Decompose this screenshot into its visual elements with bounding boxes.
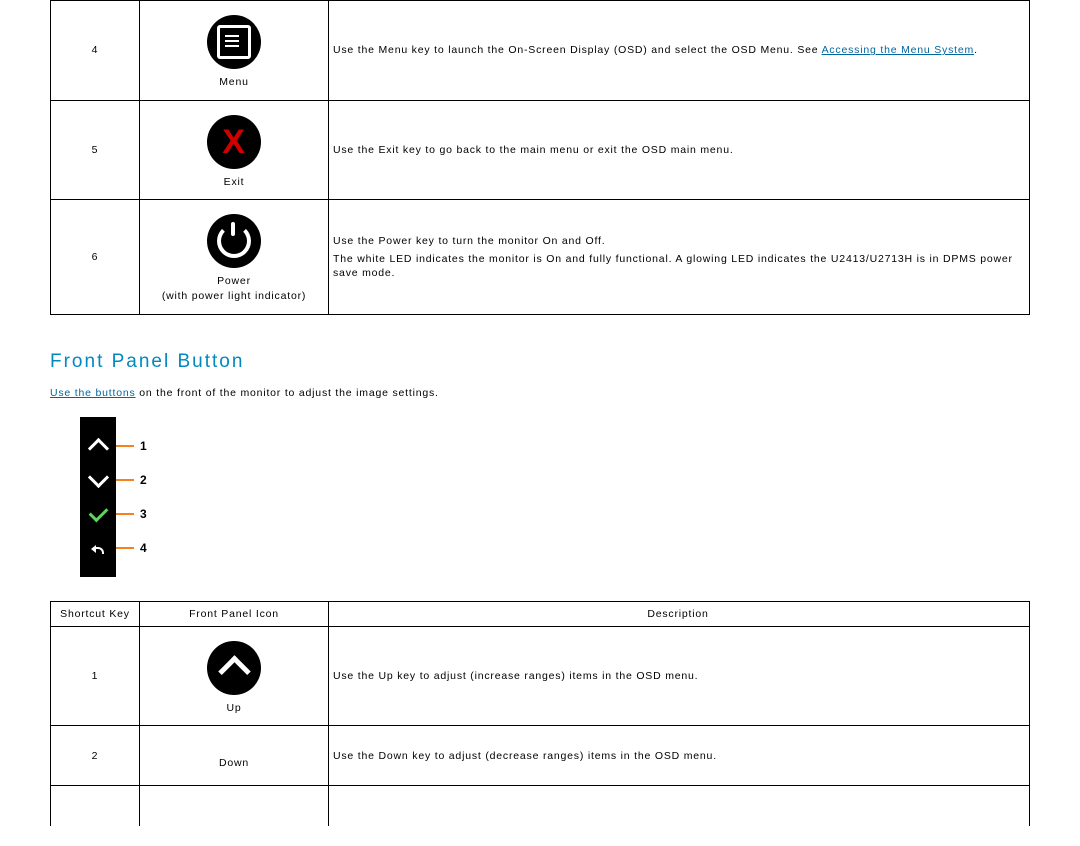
section-heading: Front Panel Button <box>50 351 1030 373</box>
icon-cell: Down <box>140 726 329 786</box>
up-icon <box>87 438 108 459</box>
callout-line <box>116 479 134 481</box>
power-icon <box>207 214 261 268</box>
icon-cell: Menu <box>140 1 329 101</box>
callout-number: 3 <box>140 507 147 521</box>
callout-line <box>116 513 134 515</box>
table-row: 1 Up Use the Up key to adjust (increase … <box>51 626 1030 726</box>
description-cell: Use the Menu key to launch the On-Screen… <box>329 1 1030 101</box>
callout-number: 4 <box>140 541 147 555</box>
up-icon <box>207 641 261 695</box>
icon-label: Exit <box>224 175 245 190</box>
callout-line <box>116 445 134 447</box>
col-header: Description <box>329 601 1030 626</box>
diagram-labels: 1 2 3 4 <box>116 417 147 577</box>
description-text: The white LED indicates the monitor is O… <box>333 252 1023 280</box>
col-header: Front Panel Icon <box>140 601 329 626</box>
icon-label: Menu <box>219 75 248 90</box>
table-row: 4 Menu Use the Menu key to launch the On… <box>51 1 1030 101</box>
ok-icon <box>88 502 108 522</box>
row-number: 4 <box>51 1 140 101</box>
icon-cell: Power (with power light indicator) <box>140 200 329 314</box>
description-text: Use the Up key to adjust (increase range… <box>333 670 698 682</box>
callout-line <box>116 547 134 549</box>
callout-number: 2 <box>140 473 147 487</box>
description-text: Use the Power key to turn the monitor On… <box>333 234 1023 248</box>
icon-cell: X Exit <box>140 100 329 200</box>
osd-keys-table: 4 Menu Use the Menu key to launch the On… <box>50 0 1030 315</box>
front-panel-diagram: 1 2 3 4 <box>80 417 147 577</box>
button-strip <box>80 417 116 577</box>
description-cell: Use the Exit key to go back to the main … <box>329 100 1030 200</box>
row-number: 6 <box>51 200 140 314</box>
description-text: Use the Down key to adjust (decrease ran… <box>333 750 717 762</box>
description-cell: Use the Down key to adjust (decrease ran… <box>329 726 1030 786</box>
back-icon <box>91 543 105 553</box>
description-text: Use the Menu key to launch the On-Screen… <box>333 44 822 56</box>
description-cell: Use the Up key to adjust (increase range… <box>329 626 1030 726</box>
menu-icon <box>207 15 261 69</box>
row-number: 1 <box>51 626 140 726</box>
icon-label: Down <box>219 756 249 771</box>
table-row: 5 X Exit Use the Exit key to go back to … <box>51 100 1030 200</box>
exit-icon: X <box>207 115 261 169</box>
icon-label: Power (with power light indicator) <box>162 274 306 303</box>
table-row: 2 Down Use the Down key to adjust (decre… <box>51 726 1030 786</box>
row-number: 2 <box>51 726 140 786</box>
description-cell: Use the Power key to turn the monitor On… <box>329 200 1030 314</box>
description-text: Use the Exit key to go back to the main … <box>333 144 734 156</box>
icon-label: Up <box>226 701 241 716</box>
row-number: 5 <box>51 100 140 200</box>
icon-cell: Up <box>140 626 329 726</box>
accessing-menu-link[interactable]: Accessing the Menu System <box>822 44 974 56</box>
col-header: Shortcut Key <box>51 601 140 626</box>
down-icon <box>87 467 108 488</box>
callout-number: 1 <box>140 439 147 453</box>
front-panel-table: Shortcut Key Front Panel Icon Descriptio… <box>50 601 1030 826</box>
table-row <box>51 786 1030 827</box>
intro-paragraph: Use the buttons on the front of the moni… <box>50 387 1030 399</box>
use-the-buttons-link[interactable]: Use the buttons <box>50 387 136 399</box>
table-row: 6 Power (with power light indicator) Use… <box>51 200 1030 314</box>
table-header-row: Shortcut Key Front Panel Icon Descriptio… <box>51 601 1030 626</box>
